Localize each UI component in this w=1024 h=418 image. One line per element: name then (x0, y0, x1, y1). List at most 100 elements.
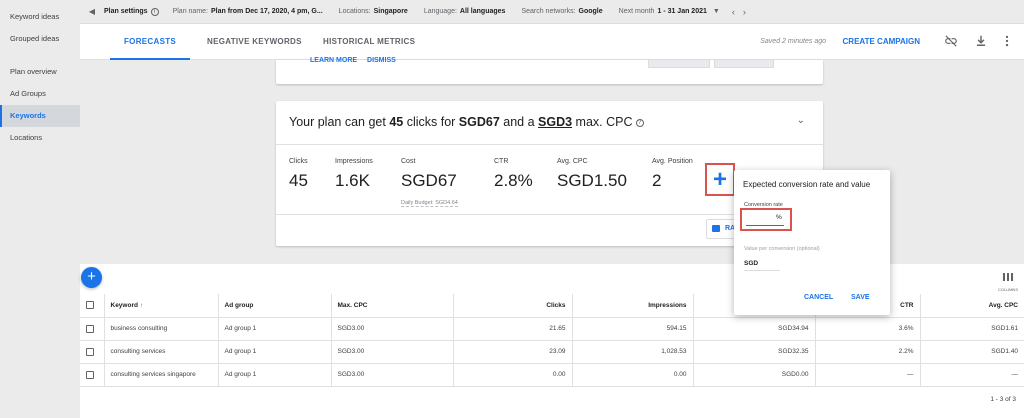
cell-impressions: 1,028.53 (572, 340, 694, 364)
period-label: Next month (618, 8, 655, 15)
row-checkbox[interactable] (86, 324, 94, 333)
tab-historical-metrics[interactable]: HISTORICAL METRICS (323, 24, 415, 60)
cell-cost: SGD0.00 (693, 363, 816, 387)
tab-forecasts[interactable]: FORECASTS (109, 24, 191, 60)
cell-ad-group[interactable]: Ad group 1 (218, 317, 332, 341)
chevron-left-icon[interactable]: ‹ (732, 7, 735, 17)
arrow-up-icon: ↑ (139, 301, 144, 309)
period-value[interactable]: 1 - 31 Jan 2021 (657, 8, 706, 15)
plan-settings-title[interactable]: Plan settings (104, 8, 148, 15)
chevron-down-icon[interactable]: ⌄ (797, 115, 805, 126)
metric-cost: Cost SGD67 Daily Budget: SGD4.64 (401, 158, 458, 207)
metric-ctr: CTR 2.8% (494, 158, 533, 190)
metric-clicks: Clicks 45 (289, 158, 308, 190)
plan-name-label: Plan name: (172, 8, 208, 15)
info-icon[interactable]: i (150, 7, 159, 16)
cell-ad-group[interactable]: Ad group 1 (218, 363, 332, 387)
cell-cost: SGD32.35 (693, 340, 816, 364)
cell-avg-cpc: SGD1.40 (920, 340, 1024, 364)
chevron-right-icon[interactable]: › (743, 7, 746, 17)
value-per-conversion-label: Value per conversion (optional) (744, 246, 820, 252)
sidebar-item-ad-groups[interactable]: Ad Groups (0, 83, 80, 105)
language-value[interactable]: All languages (460, 8, 506, 15)
sidebar-item-plan-overview[interactable]: Plan overview (0, 61, 80, 83)
cell-ad-group[interactable]: Ad group 1 (218, 340, 332, 364)
columns-button[interactable]: COLUMNS (996, 268, 1020, 292)
cell-ctr: 3.6% (815, 317, 921, 341)
feedback-icon (712, 225, 720, 232)
headline-max-cpc[interactable]: SGD3 (538, 115, 572, 129)
tab-negative-keywords[interactable]: NEGATIVE KEYWORDS (207, 24, 302, 60)
plan-header: FORECASTS NEGATIVE KEYWORDS HISTORICAL M… (80, 24, 1024, 60)
cell-ctr: — (815, 363, 921, 387)
sidebar: Keyword ideas Grouped ideas Plan overvie… (0, 0, 80, 418)
locations-label: Locations: (338, 8, 371, 15)
create-campaign-button[interactable]: CREATE CAMPAIGN (843, 24, 920, 60)
cell-keyword[interactable]: consulting services singapore (104, 363, 219, 387)
more-vert-icon[interactable] (1000, 34, 1014, 48)
sidebar-item-locations[interactable]: Locations (0, 127, 80, 149)
learn-more-link[interactable]: LEARN MORE (310, 57, 357, 64)
saved-status: Saved 2 minutes ago (760, 38, 826, 45)
header-impressions[interactable]: Impressions (572, 294, 694, 318)
header-clicks[interactable]: Clicks (453, 294, 573, 318)
sidebar-item-keyword-ideas[interactable]: Keyword ideas (0, 6, 80, 28)
cell-clicks: 23.09 (453, 340, 573, 364)
header-ad-group[interactable]: Ad group (218, 294, 332, 318)
pagination-status: 1 - 3 of 3 (990, 396, 1016, 403)
header-avg-cpc[interactable]: Avg. CPC (920, 294, 1024, 318)
triangle-left-icon[interactable]: ◀ (84, 7, 100, 16)
header-keyword[interactable]: Keyword ↑ (104, 294, 219, 318)
table-row: business consulting Ad group 1 SGD3.00 2… (80, 317, 1024, 341)
chevron-down-icon[interactable]: ▼ (713, 8, 720, 15)
row-checkbox[interactable] (86, 370, 94, 379)
header-max-cpc[interactable]: Max. CPC (331, 294, 454, 318)
cell-clicks: 0.00 (453, 363, 573, 387)
cell-keyword[interactable]: business consulting (104, 317, 219, 341)
cell-ctr: 2.2% (815, 340, 921, 364)
language-label: Language: (423, 8, 457, 15)
add-icon[interactable]: + (81, 267, 102, 288)
cell-impressions: 0.00 (572, 363, 694, 387)
forecast-headline: Your plan can get 45 clicks for SGD67 an… (289, 115, 644, 129)
cell-clicks: 21.65 (453, 317, 573, 341)
networks-label: Search networks: (521, 8, 576, 15)
cell-max-cpc[interactable]: SGD3.00 (331, 363, 454, 387)
plan-settings-bar: ◀ Plan settings i Plan name: Plan from D… (80, 0, 1024, 24)
row-checkbox[interactable] (86, 347, 94, 356)
cell-avg-cpc: — (920, 363, 1024, 387)
percent-suffix: % (776, 214, 782, 221)
help-icon[interactable]: ? (635, 118, 644, 127)
cell-max-cpc[interactable]: SGD3.00 (331, 340, 454, 364)
cancel-button[interactable]: CANCEL (804, 294, 833, 301)
table-row: consulting services Ad group 1 SGD3.00 2… (80, 340, 1024, 364)
networks-value[interactable]: Google (579, 8, 603, 15)
add-conversion-button[interactable]: + (705, 163, 735, 196)
link-off-icon[interactable] (944, 34, 958, 48)
download-icon[interactable] (974, 34, 988, 48)
illustration (648, 60, 710, 68)
save-button[interactable]: SAVE (851, 294, 870, 301)
columns-icon (1003, 273, 1013, 281)
plan-name-value[interactable]: Plan from Dec 17, 2020, 4 pm, G... (211, 8, 323, 15)
value-per-conversion-field[interactable]: SGD (744, 260, 780, 271)
select-all-checkbox[interactable] (86, 301, 94, 310)
divider (276, 144, 823, 145)
dismiss-link[interactable]: DISMISS (367, 57, 396, 64)
table-row: consulting services singapore Ad group 1… (80, 363, 1024, 387)
info-card: LEARN MORE DISMISS (276, 57, 823, 84)
headline-clicks: 45 (389, 115, 404, 129)
headline-cost: SGD67 (458, 115, 500, 129)
cell-max-cpc[interactable]: SGD3.00 (331, 317, 454, 341)
illustration (714, 60, 774, 68)
cell-avg-cpc: SGD1.61 (920, 317, 1024, 341)
sidebar-item-grouped-ideas[interactable]: Grouped ideas (0, 28, 80, 50)
daily-budget[interactable]: Daily Budget: SGD4.64 (401, 200, 458, 207)
cell-impressions: 594.15 (572, 317, 694, 341)
sidebar-item-keywords[interactable]: Keywords (0, 105, 80, 127)
conversion-popup: Expected conversion rate and value Conve… (734, 170, 890, 315)
cell-cost: SGD34.94 (693, 317, 816, 341)
cell-keyword[interactable]: consulting services (104, 340, 219, 364)
metric-impressions: Impressions 1.6K (335, 158, 373, 190)
locations-value[interactable]: Singapore (374, 8, 408, 15)
